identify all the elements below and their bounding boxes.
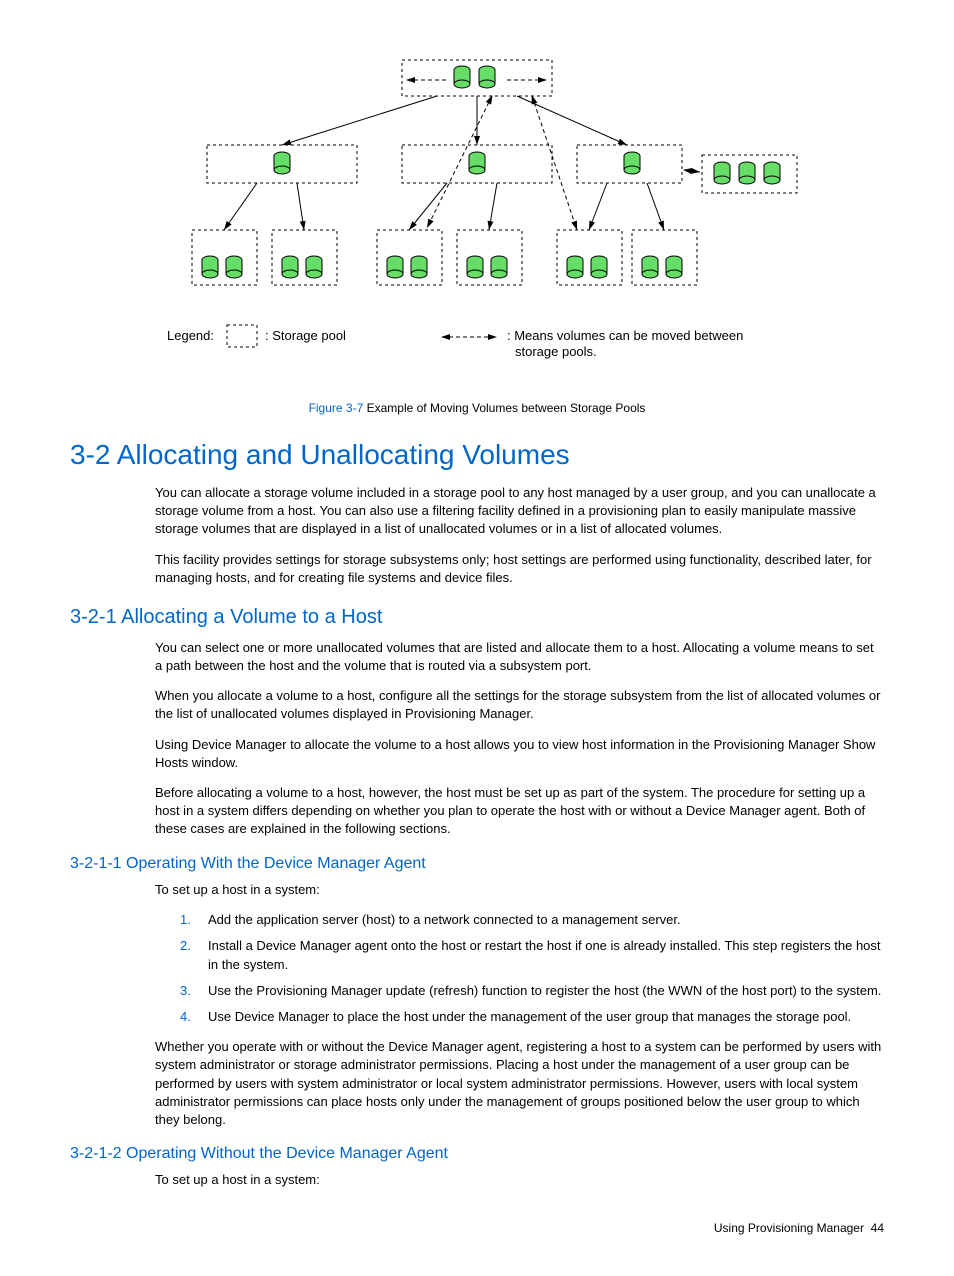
list-item: Use Device Manager to place the host und…	[180, 1008, 884, 1026]
subsubsection-heading-3-2-1-1: 3-2-1-1 Operating With the Device Manage…	[70, 853, 884, 875]
footer-text: Using Provisioning Manager	[714, 1221, 864, 1235]
steps-list: Add the application server (host) to a n…	[70, 911, 884, 1026]
page-footer: Using Provisioning Manager 44	[70, 1220, 884, 1237]
body-paragraph: Before allocating a volume to a host, ho…	[70, 784, 884, 839]
subsection-heading-3-2-1: 3-2-1 Allocating a Volume to a Host	[70, 603, 884, 631]
body-paragraph: You can allocate a storage volume includ…	[70, 484, 884, 539]
body-paragraph: Using Device Manager to allocate the vol…	[70, 736, 884, 772]
figure-diagram: Legend: : Storage pool : Means volumes c…	[70, 50, 884, 380]
page-number: 44	[871, 1221, 884, 1235]
body-paragraph: You can select one or more unallocated v…	[70, 639, 884, 675]
list-item: Install a Device Manager agent onto the …	[180, 937, 884, 973]
body-paragraph: When you allocate a volume to a host, co…	[70, 687, 884, 723]
legend-label: Legend:	[167, 328, 214, 343]
storage-pool-diagram: Legend: : Storage pool : Means volumes c…	[137, 50, 817, 380]
figure-caption: Figure 3-7 Example of Moving Volumes bet…	[70, 400, 884, 417]
body-paragraph: Whether you operate with or without the …	[70, 1038, 884, 1129]
body-paragraph: This facility provides settings for stor…	[70, 551, 884, 587]
legend-pool: : Storage pool	[265, 328, 346, 343]
body-paragraph: To set up a host in a system:	[70, 881, 884, 899]
figure-number: Figure 3-7	[309, 401, 364, 415]
figure-caption-text: Example of Moving Volumes between Storag…	[363, 401, 645, 415]
section-heading-3-2: 3-2 Allocating and Unallocating Volumes	[70, 435, 884, 474]
subsubsection-heading-3-2-1-2: 3-2-1-2 Operating Without the Device Man…	[70, 1143, 884, 1165]
list-item: Add the application server (host) to a n…	[180, 911, 884, 929]
list-item: Use the Provisioning Manager update (ref…	[180, 982, 884, 1000]
legend-arrow-line2: storage pools.	[515, 344, 597, 359]
body-paragraph: To set up a host in a system:	[70, 1171, 884, 1189]
legend-arrow-line1: : Means volumes can be moved between	[507, 328, 743, 343]
